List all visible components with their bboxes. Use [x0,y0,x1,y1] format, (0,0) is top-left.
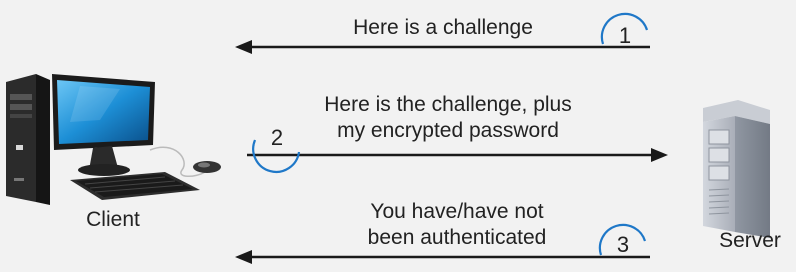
step-number-3: 3 [617,232,629,257]
step-number-2: 2 [271,125,283,150]
message-2-label: Here is the challenge, plus my encrypted… [298,92,598,144]
step-number-1: 1 [619,23,631,48]
server-icon [703,100,770,238]
server-label: Server [719,229,781,252]
message-1-line-1: Here is a challenge [353,16,533,39]
arrow-1 [235,40,650,54]
arrow-3 [235,250,650,264]
message-3-line-1: You have/have not [370,200,544,223]
message-2-line-2: my encrypted password [337,119,559,142]
step-marker-1: 1 [600,12,649,48]
message-3-label: You have/have not been authenticated [346,199,568,251]
message-2-line-1: Here is the challenge, plus [324,93,572,116]
step-marker-3: 3 [598,223,647,257]
authentication-diagram: 1 2 3 Client Server Here is a challenge … [0,0,796,267]
step-marker-2: 2 [252,125,301,173]
message-3-line-2: been authenticated [367,226,547,249]
arrow-2 [247,148,668,162]
message-1-label: Here is a challenge [318,15,568,41]
client-label: Client [86,208,140,231]
client-computer-icon [6,74,221,205]
